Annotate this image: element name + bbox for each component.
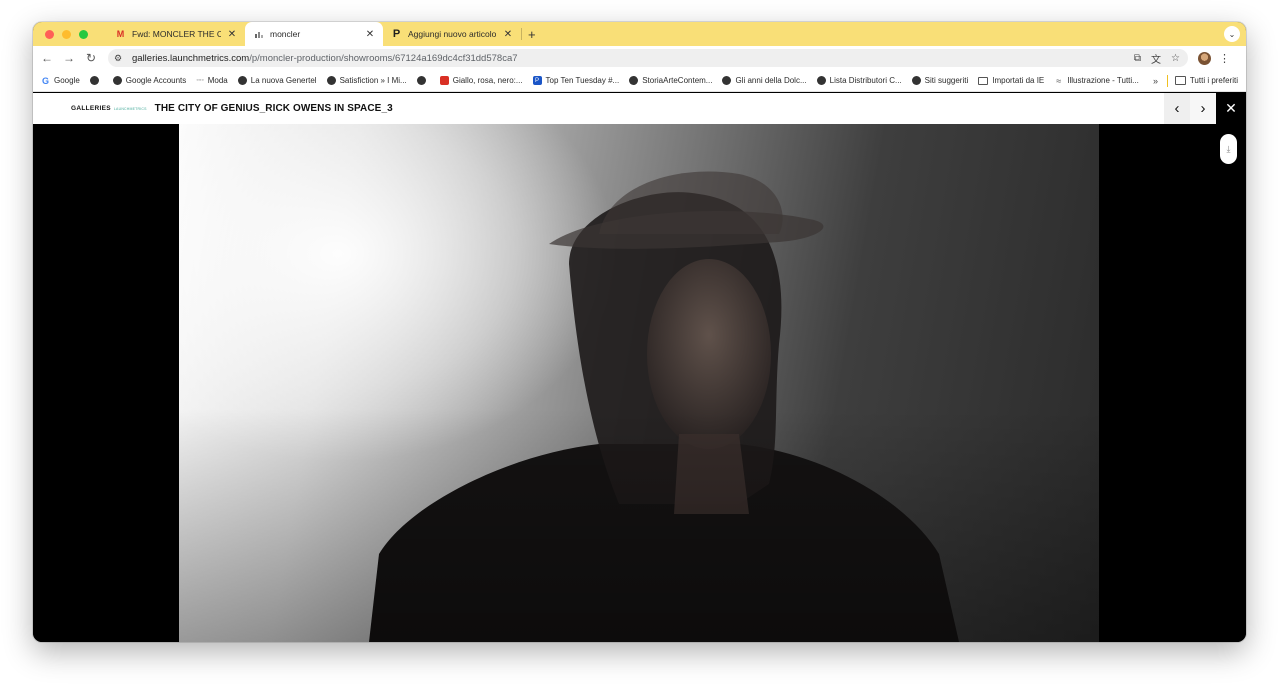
close-viewer-button[interactable]: ✕ [1216, 93, 1246, 124]
bookmark-star-icon[interactable]: ☆ [1171, 53, 1180, 64]
globe-icon [326, 76, 336, 85]
bookmarks-divider [1167, 75, 1168, 87]
bookmark-item[interactable]: StoriaArteContem... [629, 76, 712, 85]
bookmark-item[interactable]: Satisfiction » I Mi... [326, 76, 407, 85]
tab-title: moncler [270, 29, 301, 39]
bookmark-item[interactable]: Giallo, rosa, nero:... [439, 76, 523, 85]
maximize-window-button[interactable] [79, 29, 88, 39]
globe-icon [89, 76, 99, 85]
bookmark-item[interactable]: ◦◦◦ Moda [196, 76, 227, 85]
install-app-icon[interactable]: ⧉ [1134, 53, 1141, 64]
close-window-button[interactable] [45, 29, 54, 39]
close-icon[interactable]: ✕ [503, 29, 513, 40]
globe-icon [237, 76, 247, 85]
forward-arrow-icon[interactable]: → [58, 51, 80, 65]
p-blue-icon: P [532, 76, 542, 85]
tab-gmail[interactable]: M Fwd: MONCLER THE CITY OF GENIUS ✕ [107, 22, 245, 46]
gmail-icon: M [116, 29, 125, 39]
tab-moncler[interactable]: moncler ✕ [245, 22, 383, 46]
browser-window: M Fwd: MONCLER THE CITY OF GENIUS ✕ monc… [33, 22, 1246, 642]
new-tab-button[interactable]: + [522, 27, 542, 42]
folder-icon [978, 76, 989, 85]
bookmark-item[interactable]: G Google [41, 75, 80, 86]
galleries-logo[interactable]: GALLERIES LAUNCHMETRICS [71, 105, 147, 112]
dots-icon: ◦◦◦ [196, 77, 204, 84]
back-arrow-icon[interactable]: ← [36, 51, 58, 65]
gallery-header: GALLERIES LAUNCHMETRICS THE CITY OF GENI… [33, 93, 1246, 124]
p-icon: P [392, 28, 401, 40]
globe-icon [722, 76, 732, 85]
tab-title: Fwd: MONCLER THE CITY OF GENIUS [132, 29, 221, 39]
google-icon: G [41, 75, 49, 86]
more-bookmarks-button[interactable]: » [1153, 76, 1158, 86]
close-icon[interactable]: ✕ [365, 29, 375, 40]
globe-icon [112, 76, 122, 85]
news-icon [439, 76, 449, 85]
bookmark-item[interactable]: Lista Distributori C... [816, 76, 902, 85]
image-viewer: ⤓ [33, 124, 1246, 642]
bookmark-folder[interactable]: Importati da IE [978, 76, 1044, 85]
menu-kebab-icon[interactable]: ⋮ [1219, 52, 1230, 65]
gallery-photo [179, 124, 1099, 642]
bookmark-item[interactable]: La nuova Genertel [237, 76, 317, 85]
bookmark-item[interactable]: Gli anni della Dolc... [722, 76, 807, 85]
tab-aggiungi-articolo[interactable]: P Aggiungi nuovo articolo ‹ Pos ✕ [383, 22, 521, 46]
folder-icon [1174, 76, 1186, 85]
bookmark-item[interactable]: ≈ Illustrazione - Tutti... [1054, 75, 1139, 86]
bookmarks-bar: G Google Google Accounts ◦◦◦ Moda La nuova… [33, 70, 1246, 92]
bookmark-item[interactable]: Google Accounts [112, 76, 186, 85]
all-bookmarks-button[interactable]: Tutti i preferiti [1174, 76, 1238, 85]
profile-avatar[interactable] [1198, 51, 1211, 65]
site-settings-icon[interactable]: ⚙ [114, 53, 128, 64]
next-image-button[interactable]: › [1190, 93, 1216, 124]
globe-icon [816, 76, 826, 85]
address-bar-actions: ⧉ 文 ☆ [1134, 50, 1180, 66]
reload-icon[interactable]: ↻ [80, 51, 102, 65]
tab-strip: M Fwd: MONCLER THE CITY OF GENIUS ✕ monc… [33, 22, 1246, 46]
globe-icon [629, 76, 639, 85]
close-icon[interactable]: ✕ [227, 29, 237, 40]
window-controls [33, 29, 107, 39]
globe-icon [911, 76, 921, 85]
download-icon[interactable]: ⤓ [1220, 134, 1237, 164]
wave-icon: ≈ [1056, 75, 1062, 86]
bookmark-item[interactable]: Siti suggeriti [911, 76, 968, 85]
address-bar[interactable]: ⚙ galleries.launchmetrics.com/p/moncler-… [108, 49, 1188, 67]
tab-search-button[interactable]: ⌄ [1224, 26, 1240, 42]
tab-title: Aggiungi nuovo articolo ‹ Pos [408, 29, 497, 39]
bookmark-item[interactable]: P Top Ten Tuesday #... [532, 76, 619, 85]
previous-image-button[interactable]: ‹ [1164, 93, 1190, 124]
translate-icon[interactable]: 文 [1151, 51, 1161, 66]
minimize-window-button[interactable] [62, 29, 71, 39]
globe-icon [416, 76, 426, 85]
bookmark-item[interactable] [416, 76, 430, 85]
bookmark-item[interactable] [89, 76, 103, 85]
launchmetrics-icon [253, 29, 264, 40]
browser-toolbar: ← → ↻ ⚙ galleries.launchmetrics.com/p/mo… [33, 46, 1246, 70]
url-text[interactable]: galleries.launchmetrics.com/p/moncler-pr… [132, 53, 518, 64]
page-title: THE CITY OF GENIUS_RICK OWENS IN SPACE_3 [154, 103, 393, 114]
